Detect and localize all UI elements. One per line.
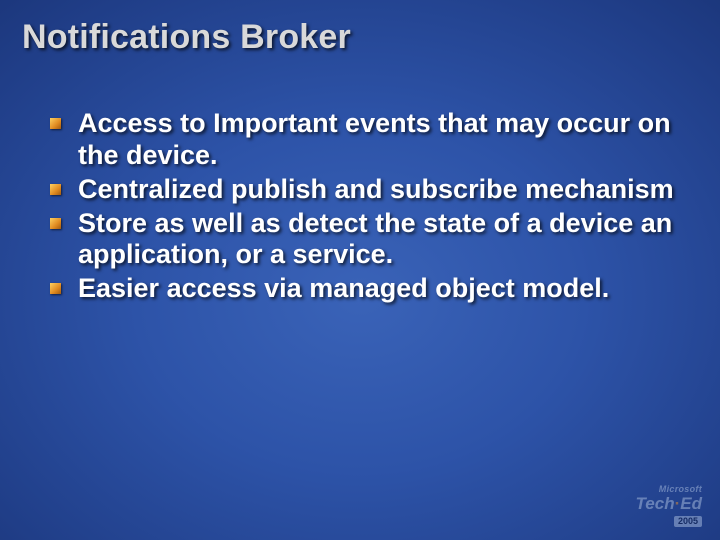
slide: Notifications Broker Access to Important… <box>0 0 720 540</box>
slide-title: Notifications Broker <box>22 18 351 57</box>
event-logo: Microsoft Tech·Ed 2005 <box>636 485 702 528</box>
bullet-item: Centralized publish and subscribe mechan… <box>46 174 680 206</box>
event-name: Tech·Ed <box>636 495 702 512</box>
company-name: Microsoft <box>636 485 702 494</box>
event-year: 2005 <box>674 516 702 527</box>
slide-body: Access to Important events that may occu… <box>46 108 680 307</box>
bullet-list: Access to Important events that may occu… <box>46 108 680 305</box>
bullet-item: Easier access via managed object model. <box>46 273 680 305</box>
bullet-item: Access to Important events that may occu… <box>46 108 680 172</box>
bullet-item: Store as well as detect the state of a d… <box>46 208 680 272</box>
